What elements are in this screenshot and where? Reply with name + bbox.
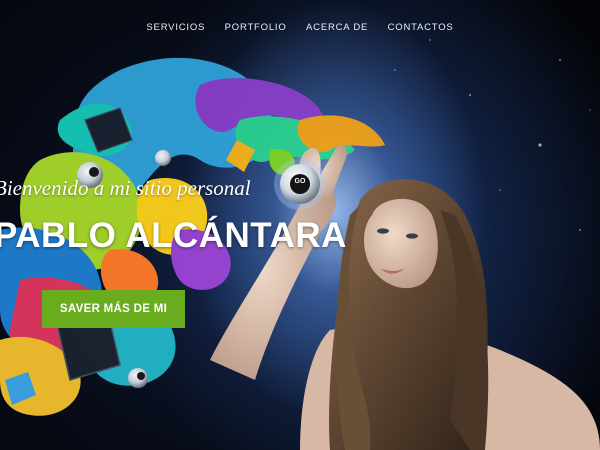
- nav-link-portfolio[interactable]: PORTFOLIO: [225, 22, 287, 33]
- woman-figure: [210, 144, 600, 450]
- hero-tagline: Bienvenido a mi sitio personal: [0, 176, 251, 200]
- nav-link-acerca-de[interactable]: ACERCA DE: [306, 22, 368, 33]
- hero-name-heading: PABLO ALCÁNTARA: [0, 216, 347, 255]
- top-navigation: SERVICIOS PORTFOLIO ACERCA DE CONTACTOS: [0, 22, 600, 33]
- learn-more-button[interactable]: SAVER MÁS DE MI: [42, 290, 185, 328]
- hero-section: GO SERVICIOS PORTFOLIO ACERCA DE CONTACT…: [0, 0, 600, 450]
- go-orb-label: GO: [294, 178, 306, 185]
- nav-link-servicios[interactable]: SERVICIOS: [146, 22, 205, 33]
- nav-link-contactos[interactable]: CONTACTOS: [388, 22, 454, 33]
